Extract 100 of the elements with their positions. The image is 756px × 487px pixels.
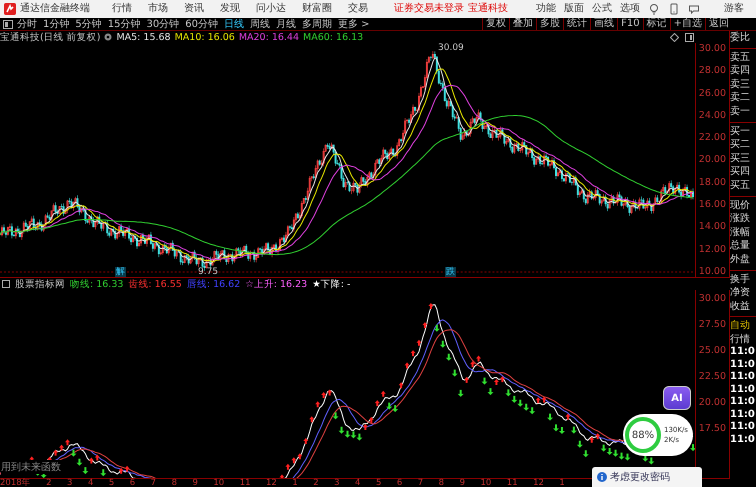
info-icon — [597, 472, 607, 482]
date-label: 6 — [130, 479, 136, 487]
quote-label: 总量 — [730, 239, 751, 253]
period-tab[interactable]: 周线 — [250, 17, 270, 31]
quote-label: 卖四 — [730, 64, 751, 78]
menu-item[interactable]: 行情 — [112, 3, 132, 15]
period-tab[interactable]: 更多 > — [338, 17, 370, 31]
toolbar-button[interactable]: +自选 — [670, 18, 705, 30]
date-label: 7 — [418, 479, 424, 487]
tick-subtitle: 行情 — [730, 332, 751, 346]
quote-label: 涨幅 — [730, 226, 751, 240]
up-arrow — [464, 376, 470, 383]
indicator-value: MA60: 16.13 — [303, 32, 364, 42]
user-name[interactable]: 游客 — [724, 3, 744, 15]
axis-label: 20.00 — [698, 397, 726, 408]
date-label: 6 — [396, 479, 402, 487]
quote-label: 净资 — [730, 286, 751, 300]
up-arrow — [428, 303, 434, 309]
axis-label: 17.50 — [698, 423, 726, 434]
notice-text: 考虑更改密码 — [610, 470, 670, 484]
login-status[interactable]: 证券交易未登录 — [394, 3, 464, 15]
period-tab[interactable]: 5分钟 — [75, 17, 102, 31]
event-marker[interactable]: 解 — [115, 267, 126, 277]
up-arrow — [422, 322, 428, 328]
axis-label: 24.00 — [698, 110, 726, 121]
up-arrow — [398, 382, 404, 388]
memory-percent: 88% — [625, 417, 661, 453]
chart-title: 宝通科技(日线 前复权) — [0, 30, 100, 44]
axis-label: 10.00 — [698, 266, 726, 277]
indicator-value: 吻线: 16.33 — [70, 278, 124, 290]
indicator-title: 股票指标网 — [15, 278, 65, 290]
date-label: 5 — [108, 479, 114, 487]
indicator-value: 齿线: 16.55 — [128, 278, 182, 290]
menu-item[interactable]: 功能 — [536, 3, 556, 15]
quote-label: 卖五 — [730, 48, 756, 64]
menu-item[interactable]: 交易 — [348, 3, 368, 15]
date-label: 7 — [150, 479, 156, 487]
axis-label: 25.00 — [698, 345, 726, 356]
formula-note: 用到未来函数 — [1, 460, 61, 474]
menu-item[interactable]: 发现 — [220, 3, 240, 15]
menu-item[interactable]: 资讯 — [184, 3, 204, 15]
menu-item[interactable]: 版面 — [564, 3, 584, 15]
date-label: 3 — [67, 479, 72, 487]
up-arrow — [309, 416, 314, 422]
axis-label: 22.00 — [698, 132, 726, 144]
period-tab[interactable]: 15分钟 — [108, 17, 140, 31]
tick-time: 11:0 — [730, 434, 756, 446]
period-tab[interactable]: 分时 — [17, 17, 37, 31]
quote-label: 卖三 — [730, 78, 751, 92]
tick-title: 自动 — [730, 316, 756, 333]
quote-label: 买三 — [730, 152, 751, 166]
date-label: 5 — [376, 479, 382, 487]
down-arrow — [458, 390, 464, 397]
axis-label: 12.00 — [698, 244, 726, 255]
up-arrow — [303, 438, 308, 444]
period-tab[interactable]: 多周期 — [302, 17, 332, 31]
event-marker[interactable]: 跌 — [445, 267, 456, 277]
quote-label: 买四 — [730, 165, 751, 179]
quote-label: 买一 — [730, 122, 756, 138]
down-arrow — [434, 324, 440, 332]
indicator-value: 唇线: 16.62 — [186, 278, 240, 290]
notice-popup[interactable]: 考虑更改密码 — [592, 467, 702, 487]
indicator-value: MA10: 16.06 — [174, 32, 235, 42]
date-label: 12 — [266, 479, 277, 487]
panel-toggle-icon — [3, 20, 13, 28]
menu-item[interactable]: 选项 — [620, 3, 640, 15]
axis-label: 14.00 — [698, 221, 726, 232]
axis-label: 28.00 — [698, 65, 726, 76]
menu-item[interactable]: 问小达 — [256, 3, 286, 15]
date-label: 4 — [88, 479, 94, 487]
quote-label: 换手 — [730, 270, 756, 286]
period-tab[interactable]: 30分钟 — [146, 17, 180, 31]
panel-icon — [2, 280, 10, 288]
gear-icon — [104, 33, 112, 41]
date-label: 2 — [46, 479, 52, 487]
period-tab[interactable]: 60分钟 — [185, 17, 218, 31]
diamond-icon — [670, 32, 679, 42]
tick-time: 11:0 — [730, 408, 756, 422]
ai-button[interactable]: AI — [663, 386, 691, 410]
date-label: 9 — [460, 479, 465, 487]
quote-label: 卖一 — [730, 104, 751, 119]
down-arrow — [100, 469, 106, 476]
period-tab[interactable]: 1分钟 — [43, 17, 70, 31]
menu-item[interactable]: 市场 — [148, 3, 168, 15]
axis-label: 27.50 — [698, 319, 726, 330]
axis-label: 16.00 — [698, 199, 726, 210]
period-tab[interactable]: 日线 — [224, 17, 244, 31]
menu-item[interactable]: 财富圈 — [302, 3, 332, 15]
date-label: 3 — [334, 479, 340, 487]
date-label: 1 — [559, 479, 565, 487]
axis-label: 20.00 — [698, 154, 726, 166]
date-label: 10 — [480, 479, 492, 487]
quote-label: 收益 — [730, 300, 751, 314]
panel-icon — [685, 32, 694, 42]
date-label: 2018年 — [0, 479, 31, 487]
axis-label: 18.00 — [698, 176, 726, 188]
menu-item[interactable]: 公式 — [592, 3, 612, 15]
period-tab[interactable]: 月线 — [276, 17, 296, 31]
quote-label: 委比 — [730, 31, 751, 45]
indicator-value: MA20: 16.44 — [238, 32, 300, 42]
